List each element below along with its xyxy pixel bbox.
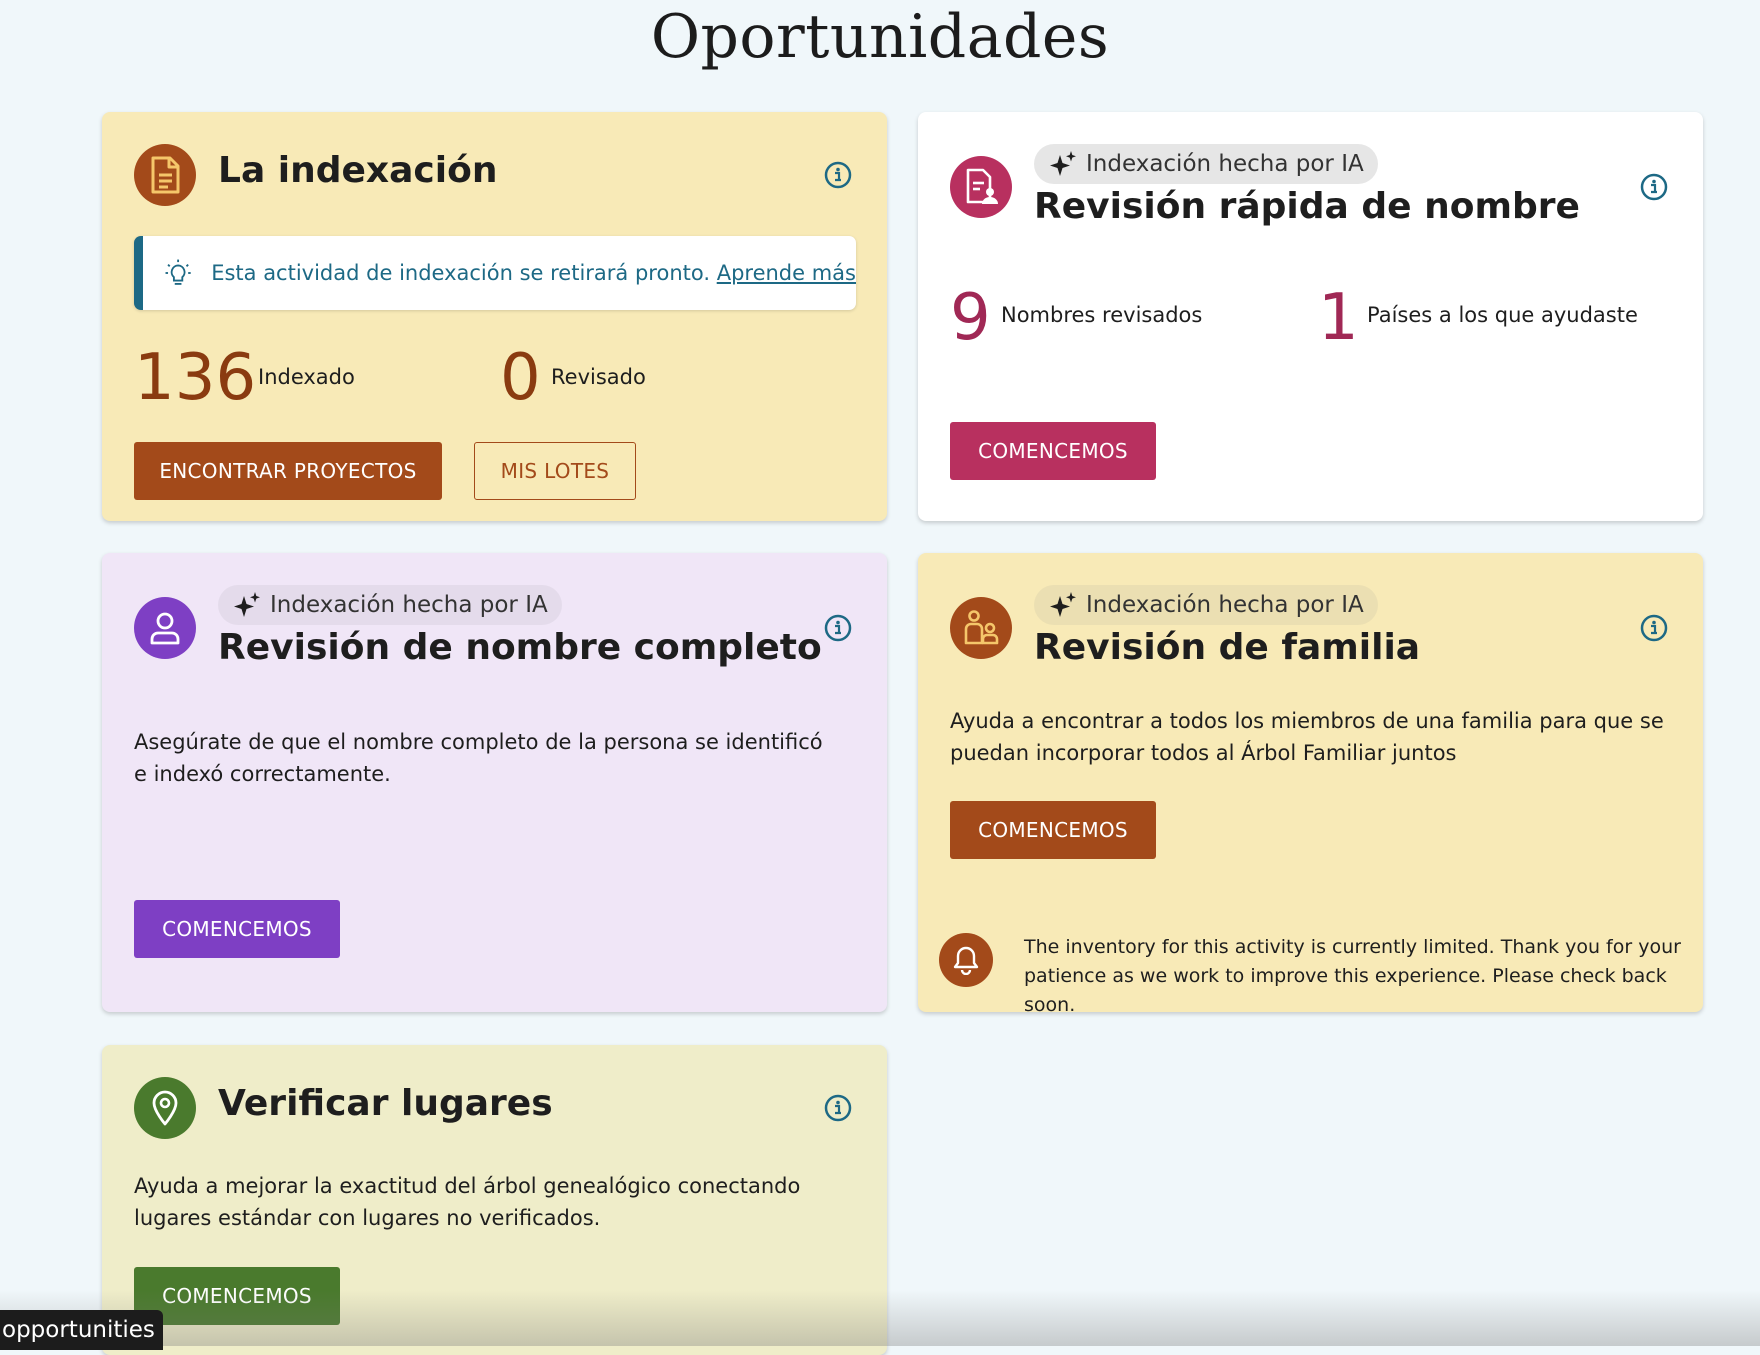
sparkle-icon (1050, 151, 1076, 176)
ai-indexing-badge: Indexación hecha por IA (218, 585, 562, 625)
info-icon[interactable] (824, 614, 852, 642)
tooltip: opportunities (0, 1310, 163, 1350)
bell-icon (939, 933, 993, 987)
page-title: Oportunidades (650, 2, 1110, 72)
start-button[interactable]: COMENCEMOS (950, 422, 1156, 480)
card-description: Asegúrate de que el nombre completo de l… (134, 730, 823, 786)
lightbulb-icon (165, 259, 191, 285)
find-projects-button[interactable]: ENCONTRAR PROYECTOS (134, 442, 442, 500)
info-icon[interactable] (1640, 173, 1668, 201)
ai-indexing-badge: Indexación hecha por IA (1034, 585, 1378, 625)
family-review-card: Indexación hecha por IA Revisión de fami… (918, 553, 1703, 1016)
location-pin-icon (134, 1077, 196, 1139)
info-icon[interactable] (824, 1094, 852, 1122)
person-icon (134, 597, 196, 659)
reviewed-count: 0 (500, 341, 541, 415)
my-batches-button[interactable]: MIS LOTES (474, 442, 636, 500)
indexed-label: Indexado (258, 365, 355, 389)
ai-indexing-badge: Indexación hecha por IA (1034, 144, 1378, 184)
badge-label: Indexación hecha por IA (1086, 592, 1364, 618)
tooltip-text: opportunities (2, 1317, 155, 1343)
learn-more-link[interactable]: Aprende más (717, 261, 856, 285)
badge-label: Indexación hecha por IA (270, 592, 548, 618)
countries-helped-count: 1 (1318, 281, 1359, 355)
names-reviewed-count: 9 (950, 281, 991, 355)
start-button[interactable]: COMENCEMOS (134, 1267, 340, 1325)
card-title: La indexación (218, 150, 498, 191)
card-description: Ayuda a encontrar a todos los miembros d… (950, 709, 1664, 765)
card-title: Revisión de nombre completo (218, 627, 822, 668)
inventory-notice: The inventory for this activity is curre… (1024, 936, 1681, 1016)
indexed-count: 136 (134, 341, 257, 415)
indexing-card: La indexación Esta actividad de indexaci… (102, 112, 887, 521)
card-description: Ayuda a mejorar la exactitud del árbol g… (134, 1174, 801, 1230)
full-name-review-card: Indexación hecha por IA Revisión de nomb… (102, 553, 887, 1012)
info-icon[interactable] (824, 161, 852, 189)
document-icon (134, 144, 196, 206)
notice-text: Esta actividad de indexación se retirará… (211, 261, 717, 285)
retiring-notice: Esta actividad de indexación se retirará… (134, 236, 856, 310)
quick-name-review-card: Indexación hecha por IA Revisión rápida … (918, 112, 1703, 521)
sparkle-icon (1050, 592, 1076, 617)
card-title: Revisión rápida de nombre (1034, 186, 1580, 227)
reviewed-label: Revisado (551, 365, 646, 389)
verify-places-card: Verificar lugares Ayuda a mejorar la exa… (102, 1045, 887, 1355)
badge-label: Indexación hecha por IA (1086, 151, 1364, 177)
start-button[interactable]: COMENCEMOS (950, 801, 1156, 859)
document-person-icon (950, 156, 1012, 218)
card-title: Revisión de familia (1034, 627, 1421, 668)
names-reviewed-label: Nombres revisados (1001, 303, 1203, 327)
card-title: Verificar lugares (218, 1083, 553, 1124)
sparkle-icon (234, 592, 260, 617)
start-button[interactable]: COMENCEMOS (134, 900, 340, 958)
countries-helped-label: Países a los que ayudaste (1367, 303, 1638, 327)
family-icon (950, 597, 1012, 659)
info-icon[interactable] (1640, 614, 1668, 642)
